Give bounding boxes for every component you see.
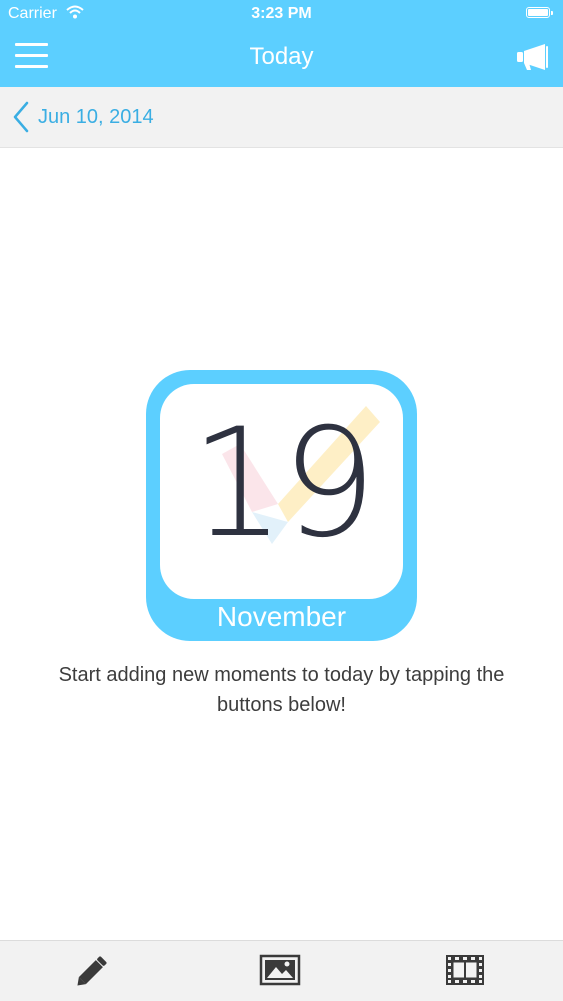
calendar-day-number: 19 [190,397,377,571]
clock: 3:23 PM [251,5,312,22]
calendar-badge: 19 November [146,370,417,641]
pencil-icon [77,956,107,986]
battery-icon [526,7,553,18]
image-icon [259,954,301,986]
calendar-month-label: November [216,601,347,632]
calendar-face: 19 [160,384,403,599]
announcement-button[interactable] [515,42,549,72]
add-video-button[interactable] [444,950,486,990]
megaphone-icon [517,44,548,70]
chevron-left-icon [13,101,29,133]
empty-state-message: Start adding new moments to today by tap… [58,664,505,716]
film-icon [446,955,484,985]
selected-date-label: Jun 10, 2014 [38,105,154,128]
status-bar: Carrier 3:23 PM [0,0,563,28]
page-title: Today [249,43,314,70]
previous-date-button[interactable]: Jun 10, 2014 [12,98,154,136]
add-photo-button[interactable] [259,950,301,990]
add-text-button[interactable] [72,950,114,990]
